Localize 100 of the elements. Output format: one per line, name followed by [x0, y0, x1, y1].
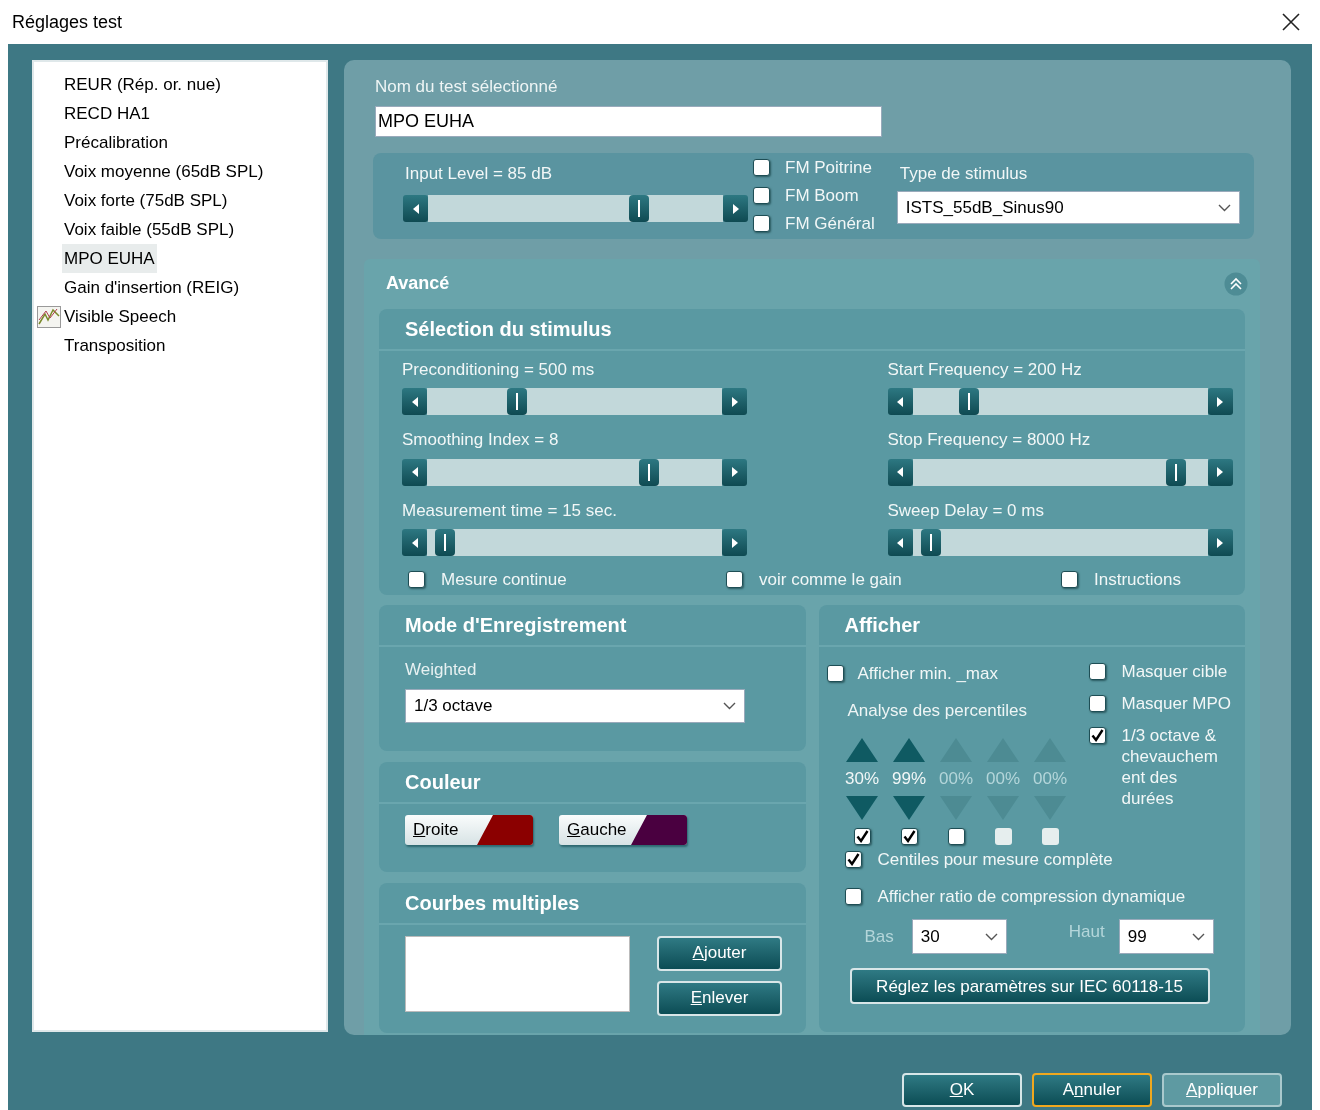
checkbox[interactable] — [826, 664, 844, 682]
checkmark-icon — [1090, 728, 1104, 742]
checkbox-label: 1/3 octave & chevauchem ent des durées — [1121, 724, 1219, 809]
down-arrow-button[interactable] — [892, 794, 926, 821]
list-item[interactable]: Voix faible (55dB SPL) — [62, 214, 237, 245]
caret-left-icon — [411, 203, 420, 214]
right-arrow-button[interactable] — [723, 195, 748, 222]
percentile-value: 30% — [845, 768, 879, 791]
caret-left-icon — [896, 396, 904, 407]
caret-left-icon — [896, 467, 904, 477]
slider-label: Sweep Delay = 0 ms — [887, 499, 1045, 522]
list-item[interactable]: REUR (Rép. or. nue) — [62, 69, 223, 100]
caret-right-icon — [1216, 467, 1224, 477]
chevron-down-icon — [1191, 932, 1205, 941]
caret-right-icon — [730, 396, 739, 407]
percentile-value: 00% — [939, 768, 973, 791]
button[interactable]: Réglez les paramètres sur IEC 60118-15 — [849, 968, 1210, 1005]
checkbox-label: FM Boom — [785, 184, 859, 206]
button[interactable]: Annuler — [1032, 1073, 1152, 1107]
percentile-value: 99% — [892, 768, 926, 791]
collapse-icon[interactable] — [1224, 271, 1248, 296]
checkmark-icon — [855, 829, 869, 843]
section-title: Avancé — [386, 272, 450, 295]
checkbox-label: FM Poitrine — [785, 156, 872, 178]
caret-right-icon — [730, 467, 739, 477]
list-item[interactable]: MPO EUHA — [62, 243, 157, 274]
checkbox[interactable] — [1041, 827, 1059, 845]
section-title: Mode d'Enregistrement — [405, 612, 627, 638]
checkbox[interactable] — [1088, 694, 1106, 712]
dropdown[interactable]: ISTS_55dB_Sinus90 — [896, 191, 1240, 224]
dropdown[interactable]: 1/3 octave — [405, 689, 745, 723]
checkbox[interactable] — [1061, 571, 1079, 589]
right-arrow-button[interactable] — [722, 388, 747, 415]
checkbox[interactable] — [844, 888, 862, 906]
checkbox-label: FM Général — [785, 213, 875, 235]
slider-label: Stop Frequency = 8000 Hz — [887, 429, 1092, 451]
button[interactable]: OK — [902, 1073, 1022, 1107]
list-item[interactable]: Gain d'insertion (REIG) — [62, 272, 242, 303]
chevron-down-icon — [1217, 203, 1231, 212]
slider-thumb[interactable] — [959, 388, 980, 415]
checkbox[interactable] — [753, 158, 770, 176]
checkbox[interactable] — [947, 827, 965, 845]
right-arrow-button[interactable] — [1207, 529, 1233, 556]
section-title: Afficher — [844, 612, 921, 638]
left-arrow-button[interactable] — [402, 529, 427, 556]
checkmark-icon — [846, 852, 860, 866]
checkbox[interactable] — [900, 827, 918, 845]
slider-thumb[interactable] — [638, 458, 659, 486]
caret-right-icon — [731, 203, 740, 214]
list-item[interactable]: Visible Speech — [62, 301, 179, 332]
left-arrow-button[interactable] — [402, 388, 427, 415]
test-name-field[interactable]: MPO EUHA — [375, 105, 882, 137]
dropdown[interactable]: 99 — [1118, 919, 1214, 955]
checkbox-label: Afficher ratio de compression dynamique — [877, 886, 1186, 908]
checkbox-label: Instructions — [1094, 569, 1181, 591]
checkbox[interactable] — [408, 571, 425, 589]
left-arrow-button[interactable] — [402, 458, 427, 486]
checkbox[interactable] — [753, 215, 770, 233]
up-arrow-button[interactable] — [845, 737, 879, 764]
left-arrow-button[interactable] — [887, 388, 913, 415]
up-arrow-button[interactable] — [892, 737, 926, 764]
button[interactable]: Enlever — [657, 980, 782, 1016]
checkbox[interactable] — [726, 571, 744, 589]
left-arrow-button[interactable] — [403, 195, 428, 222]
slider-thumb[interactable] — [1165, 458, 1186, 486]
caret-right-icon — [730, 537, 739, 548]
checkbox[interactable] — [753, 186, 770, 204]
section-title: Sélection du stimulus — [405, 316, 612, 342]
slider-thumb[interactable] — [435, 529, 456, 556]
right-arrow-button[interactable] — [722, 529, 747, 556]
field-label: Weighted — [405, 658, 478, 681]
close-icon[interactable] — [1282, 13, 1300, 31]
right-arrow-button[interactable] — [1207, 458, 1233, 486]
checkbox[interactable] — [844, 850, 862, 868]
slider-label: Smoothing Index = 8 — [402, 429, 560, 451]
list-item[interactable]: Voix forte (75dB SPL) — [62, 185, 230, 216]
slider-thumb[interactable] — [506, 388, 527, 415]
color-button[interactable]: Gauche — [559, 814, 687, 845]
checkbox[interactable] — [1088, 662, 1106, 680]
right-arrow-button[interactable] — [722, 458, 747, 486]
caret-left-icon — [896, 537, 904, 548]
checkbox-label: Masquer cible — [1121, 660, 1229, 682]
left-arrow-button[interactable] — [887, 529, 913, 556]
right-arrow-button[interactable] — [1207, 388, 1233, 415]
color-button[interactable]: Droite — [405, 814, 533, 845]
slider-thumb[interactable] — [920, 529, 941, 556]
list-item[interactable]: RECD HA1 — [62, 98, 152, 129]
checkbox-label: Masquer MPO — [1121, 692, 1232, 714]
slider-thumb[interactable] — [628, 195, 649, 222]
dropdown[interactable]: 30 — [911, 919, 1007, 955]
list-item[interactable]: Précalibration — [62, 127, 170, 158]
button[interactable]: Ajouter — [657, 935, 782, 971]
caret-left-icon — [410, 467, 419, 477]
checkbox[interactable] — [1088, 726, 1106, 744]
checkbox[interactable] — [853, 827, 871, 845]
left-arrow-button[interactable] — [887, 458, 913, 486]
checkbox[interactable] — [994, 827, 1012, 845]
list-item[interactable]: Voix moyenne (65dB SPL) — [62, 156, 266, 187]
down-arrow-button[interactable] — [845, 794, 879, 821]
list-item[interactable]: Transposition — [62, 330, 168, 361]
